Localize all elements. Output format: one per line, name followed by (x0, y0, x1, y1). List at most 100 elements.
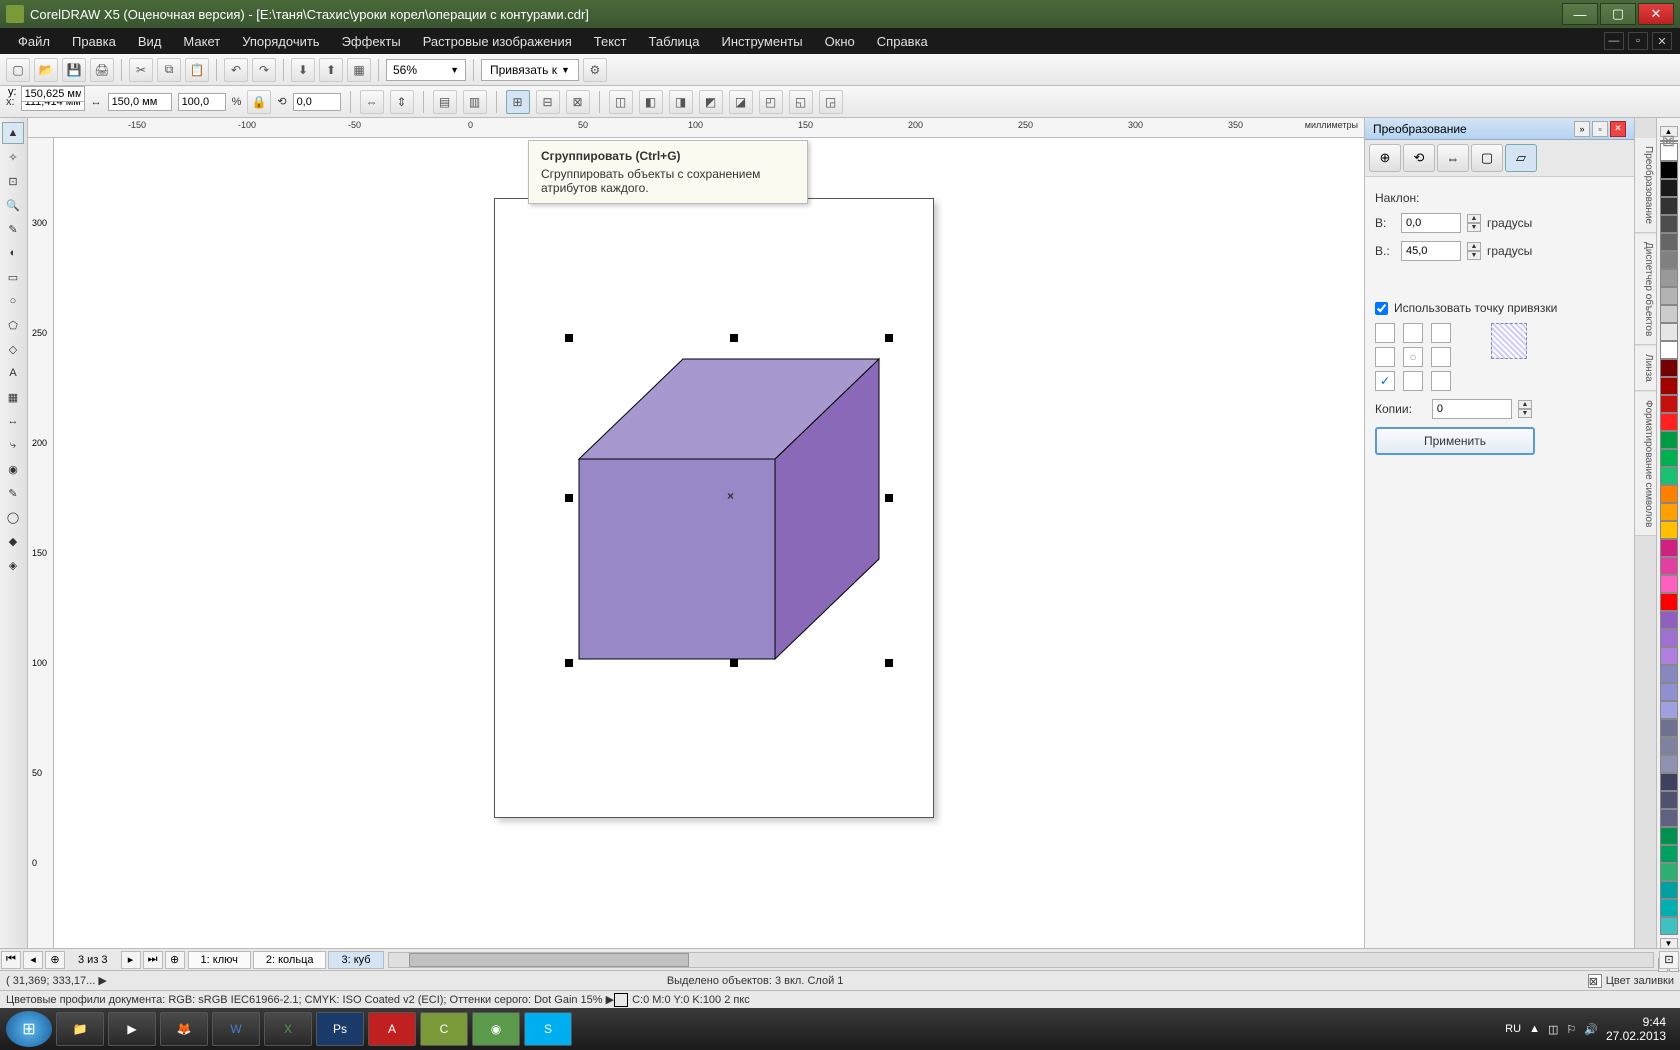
color-swatch[interactable] (1660, 701, 1678, 719)
fill-tool[interactable]: ◆ (2, 530, 24, 552)
mdi-restore[interactable]: ▫ (1628, 32, 1648, 50)
w-input[interactable] (108, 93, 172, 111)
horizontal-ruler[interactable]: -150 -100 -50 0 50 100 150 200 250 300 3… (28, 118, 1364, 138)
color-swatch[interactable] (1660, 665, 1678, 683)
vtab-object-manager[interactable]: Диспетчер объектов (1635, 234, 1656, 345)
anchor-tc[interactable] (1403, 323, 1423, 343)
menu-text[interactable]: Текст (584, 30, 637, 53)
rot-input[interactable] (293, 93, 341, 111)
connector-tool[interactable]: ⤷ (2, 434, 24, 456)
anchor-ml[interactable] (1375, 347, 1395, 367)
horizontal-scrollbar[interactable] (388, 952, 1654, 968)
cut-button[interactable]: ✂ (129, 58, 153, 82)
tray-icon[interactable]: ◫ (1548, 1023, 1558, 1036)
smart-fill-tool[interactable]: ◐ (2, 242, 24, 264)
color-swatch[interactable] (1660, 575, 1678, 593)
color-swatch[interactable] (1660, 449, 1678, 467)
color-swatch[interactable] (1660, 683, 1678, 701)
y-input[interactable] (21, 86, 85, 102)
outline-tool[interactable]: ◯ (2, 506, 24, 528)
color-swatch[interactable] (1660, 773, 1678, 791)
tray-up-icon[interactable]: ▲ (1529, 1023, 1540, 1035)
task-word[interactable]: W (212, 1012, 260, 1046)
palette-down-icon[interactable]: ▼ (1660, 938, 1678, 949)
menu-table[interactable]: Таблица (639, 30, 710, 53)
clock[interactable]: 9:44 27.02.2013 (1606, 1015, 1666, 1044)
color-swatch[interactable] (1660, 557, 1678, 575)
anchor-checkbox[interactable] (1375, 302, 1388, 315)
combine-icon[interactable]: ◫ (609, 90, 633, 114)
menu-bitmaps[interactable]: Растровые изображения (413, 30, 582, 53)
anchor-tl[interactable] (1375, 323, 1395, 343)
minimize-button[interactable]: — (1562, 3, 1598, 25)
outline-indicator-icon[interactable] (614, 993, 628, 1007)
color-swatch[interactable] (1660, 251, 1678, 269)
page-first-icon[interactable]: ⏮ (1, 951, 21, 969)
tab-skew[interactable]: ▱ (1505, 144, 1537, 172)
zoom-tool[interactable]: 🔍 (2, 194, 24, 216)
polygon-tool[interactable]: ⬠ (2, 314, 24, 336)
trim-icon[interactable]: ◨ (669, 90, 693, 114)
zoom-combo[interactable]: 56%▼ (386, 59, 466, 81)
to-back-icon[interactable]: ▥ (463, 90, 487, 114)
no-fill-swatch[interactable]: ⊠ (1660, 140, 1678, 142)
color-swatch[interactable] (1660, 359, 1678, 377)
color-swatch[interactable] (1660, 629, 1678, 647)
menu-help[interactable]: Справка (867, 30, 938, 53)
color-swatch[interactable] (1660, 323, 1678, 341)
color-swatch[interactable] (1660, 539, 1678, 557)
export-button[interactable]: ⬆ (319, 58, 343, 82)
selection-handle[interactable] (730, 659, 738, 667)
color-swatch[interactable] (1660, 827, 1678, 845)
skew-v-input[interactable] (1401, 241, 1461, 261)
menu-arrange[interactable]: Упорядочить (232, 30, 329, 53)
intersect-icon[interactable]: ◩ (699, 90, 723, 114)
color-swatch[interactable] (1660, 431, 1678, 449)
anchor-bc[interactable] (1403, 371, 1423, 391)
freehand-tool[interactable]: ✎ (2, 218, 24, 240)
save-button[interactable]: 💾 (62, 58, 86, 82)
back-minus-front-icon[interactable]: ◱ (789, 90, 813, 114)
page-tab-2[interactable]: 2: кольца (253, 951, 327, 969)
mdi-close[interactable]: ✕ (1652, 32, 1672, 50)
page-next-icon[interactable]: ▸ (121, 951, 141, 969)
ungroup-all-icon[interactable]: ⊠ (566, 90, 590, 114)
snap-combo[interactable]: Привязать к▼ (481, 59, 579, 81)
weld-icon[interactable]: ◧ (639, 90, 663, 114)
sx-input[interactable] (178, 93, 226, 111)
page-prev-icon[interactable]: ◂ (23, 951, 43, 969)
table-tool[interactable]: ▦ (2, 386, 24, 408)
cube-shape[interactable] (571, 339, 891, 679)
boundary-icon[interactable]: ◲ (819, 90, 843, 114)
publish-button[interactable]: ▦ (347, 58, 371, 82)
tab-scale[interactable]: ⇔ (1437, 144, 1469, 172)
vertical-ruler[interactable]: 300 250 200 150 100 50 0 (28, 138, 54, 948)
color-swatch[interactable] (1660, 899, 1678, 917)
menu-effects[interactable]: Эффекты (332, 30, 411, 53)
selection-handle[interactable] (885, 494, 893, 502)
color-swatch[interactable] (1660, 341, 1678, 359)
simplify-icon[interactable]: ◪ (729, 90, 753, 114)
apply-button[interactable]: Применить (1375, 427, 1535, 455)
tab-position[interactable]: ⊕ (1369, 144, 1401, 172)
color-swatch[interactable] (1660, 377, 1678, 395)
color-swatch[interactable] (1660, 917, 1678, 935)
page-tab-1[interactable]: 1: ключ (188, 951, 251, 969)
menu-layout[interactable]: Макет (173, 30, 230, 53)
selection-handle[interactable] (885, 659, 893, 667)
mirror-h-icon[interactable]: ⇔ (360, 90, 384, 114)
selection-handle[interactable] (730, 334, 738, 342)
spinner-down-icon[interactable]: ▼ (1467, 223, 1481, 232)
mdi-minimize[interactable]: — (1604, 32, 1624, 50)
paste-button[interactable]: 📋 (185, 58, 209, 82)
color-swatch[interactable] (1660, 791, 1678, 809)
docker-collapse-icon[interactable]: » (1574, 121, 1590, 137)
color-swatch[interactable] (1660, 647, 1678, 665)
page-add-after-icon[interactable]: ⊕ (165, 951, 185, 969)
to-front-icon[interactable]: ▤ (433, 90, 457, 114)
interactive-fill-tool[interactable]: ◈ (2, 554, 24, 576)
anchor-tr[interactable] (1431, 323, 1451, 343)
anchor-br[interactable] (1431, 371, 1451, 391)
menu-file[interactable]: Файл (8, 30, 60, 53)
tab-size[interactable]: ▢ (1471, 144, 1503, 172)
